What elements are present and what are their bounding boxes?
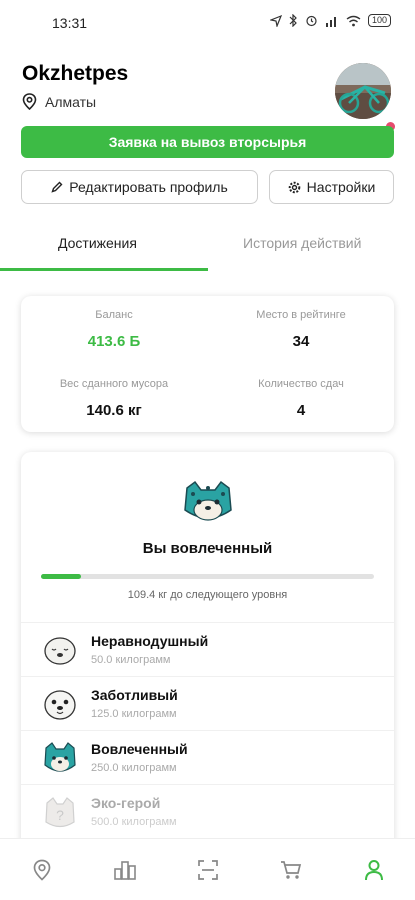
stat-rank: Место в рейтинге 34 [208,309,394,350]
ranking-icon [113,860,136,880]
signal-icon [325,16,336,27]
alarm-icon [306,15,317,27]
level-weight: 250.0 килограмм [91,762,177,774]
bluetooth-icon [289,14,297,27]
level-list: Неравнодушный 50.0 килограмм Заботливый … [21,622,394,838]
gear-icon [288,181,300,193]
active-tab-indicator [0,268,208,271]
level-weight: 500.0 килограмм [91,816,177,828]
waste-weight-label: Вес сданного мусора [59,378,169,390]
seal-sleeping-icon [44,637,76,665]
profile-tabs: Достижения История действий [0,225,415,271]
level-item: Неравнодушный 50.0 килограмм [21,622,394,676]
rank-value: 34 [292,333,310,350]
drop-count-value: 4 [296,402,306,419]
level-name: Вовлеченный [91,741,188,757]
profile-icon [364,859,383,880]
balance-label: Баланс [95,309,133,321]
tab-action-history[interactable]: История действий [243,235,361,251]
avatar[interactable] [335,63,391,119]
level-weight: 125.0 килограмм [91,708,177,720]
avatar-photo [335,63,391,119]
level-item: ? Эко-герой 500.0 килограмм [21,784,394,838]
level-item: Заботливый 125.0 килограмм [21,676,394,730]
location-city: Алматы [45,93,97,110]
pencil-icon [51,181,63,193]
nav-scan[interactable] [188,850,228,890]
bottom-navigation [0,838,415,900]
level-weight: 50.0 килограмм [91,654,171,666]
profile-header: Okzhetpes Алматы [22,58,395,131]
level-name: Неравнодушный [91,633,209,649]
map-pin-icon [33,859,50,881]
nav-map[interactable] [22,850,62,890]
nav-cart[interactable] [271,850,311,890]
edit-profile-button[interactable]: Редактировать профиль [21,170,258,204]
battery-indicator: 100 [367,14,391,27]
status-time: 13:31 [52,15,88,31]
waste-weight-value: 140.6 кг [86,402,142,419]
level-progress-fill [41,574,81,579]
drop-count-label: Количество сдач [258,378,344,390]
locked-badge-icon: ? [45,797,75,828]
cart-icon [280,860,301,879]
location-icon [22,93,37,110]
tab-achievements[interactable]: Достижения [58,235,137,251]
stat-balance: Баланс 413.6 Б [21,309,207,350]
request-pickup-button[interactable]: Заявка на вывоз вторсырья [21,126,394,158]
snow-leopard-icon [184,480,232,521]
settings-label: Настройки [306,179,376,195]
edit-profile-label: Редактировать профиль [69,179,228,195]
level-item: Вовлеченный 250.0 килограмм [21,730,394,784]
snow-leopard-icon [44,742,76,772]
wifi-icon [346,15,361,26]
stat-drop-count: Количество сдач 4 [208,378,394,419]
rank-label: Место в рейтинге [256,309,346,321]
progress-text: 109.4 кг до следующего уровня [127,589,288,601]
status-icons: 100 [269,14,391,27]
location: Алматы [22,93,96,110]
stat-waste-weight: Вес сданного мусора 140.6 кг [21,378,207,419]
username: Okzhetpes [22,62,129,85]
seal-icon [44,690,76,720]
scan-icon [197,859,218,880]
balance-value: 413.6 Б [87,333,141,350]
stats-card: Баланс 413.6 Б Место в рейтинге 34 Вес с… [21,296,394,432]
level-title: Вы вовлеченный [142,540,273,557]
settings-button[interactable]: Настройки [269,170,394,204]
level-name: Заботливый [91,687,178,703]
nav-profile[interactable] [354,850,394,890]
level-name: Эко-герой [91,795,161,811]
level-progress-bar [41,574,374,579]
nav-ranking[interactable] [105,850,145,890]
status-bar: 13:31 100 [0,0,415,44]
level-card: Вы вовлеченный 109.4 кг до следующего ур… [21,452,394,852]
svg-text:?: ? [56,807,64,823]
navigation-icon [269,14,282,27]
